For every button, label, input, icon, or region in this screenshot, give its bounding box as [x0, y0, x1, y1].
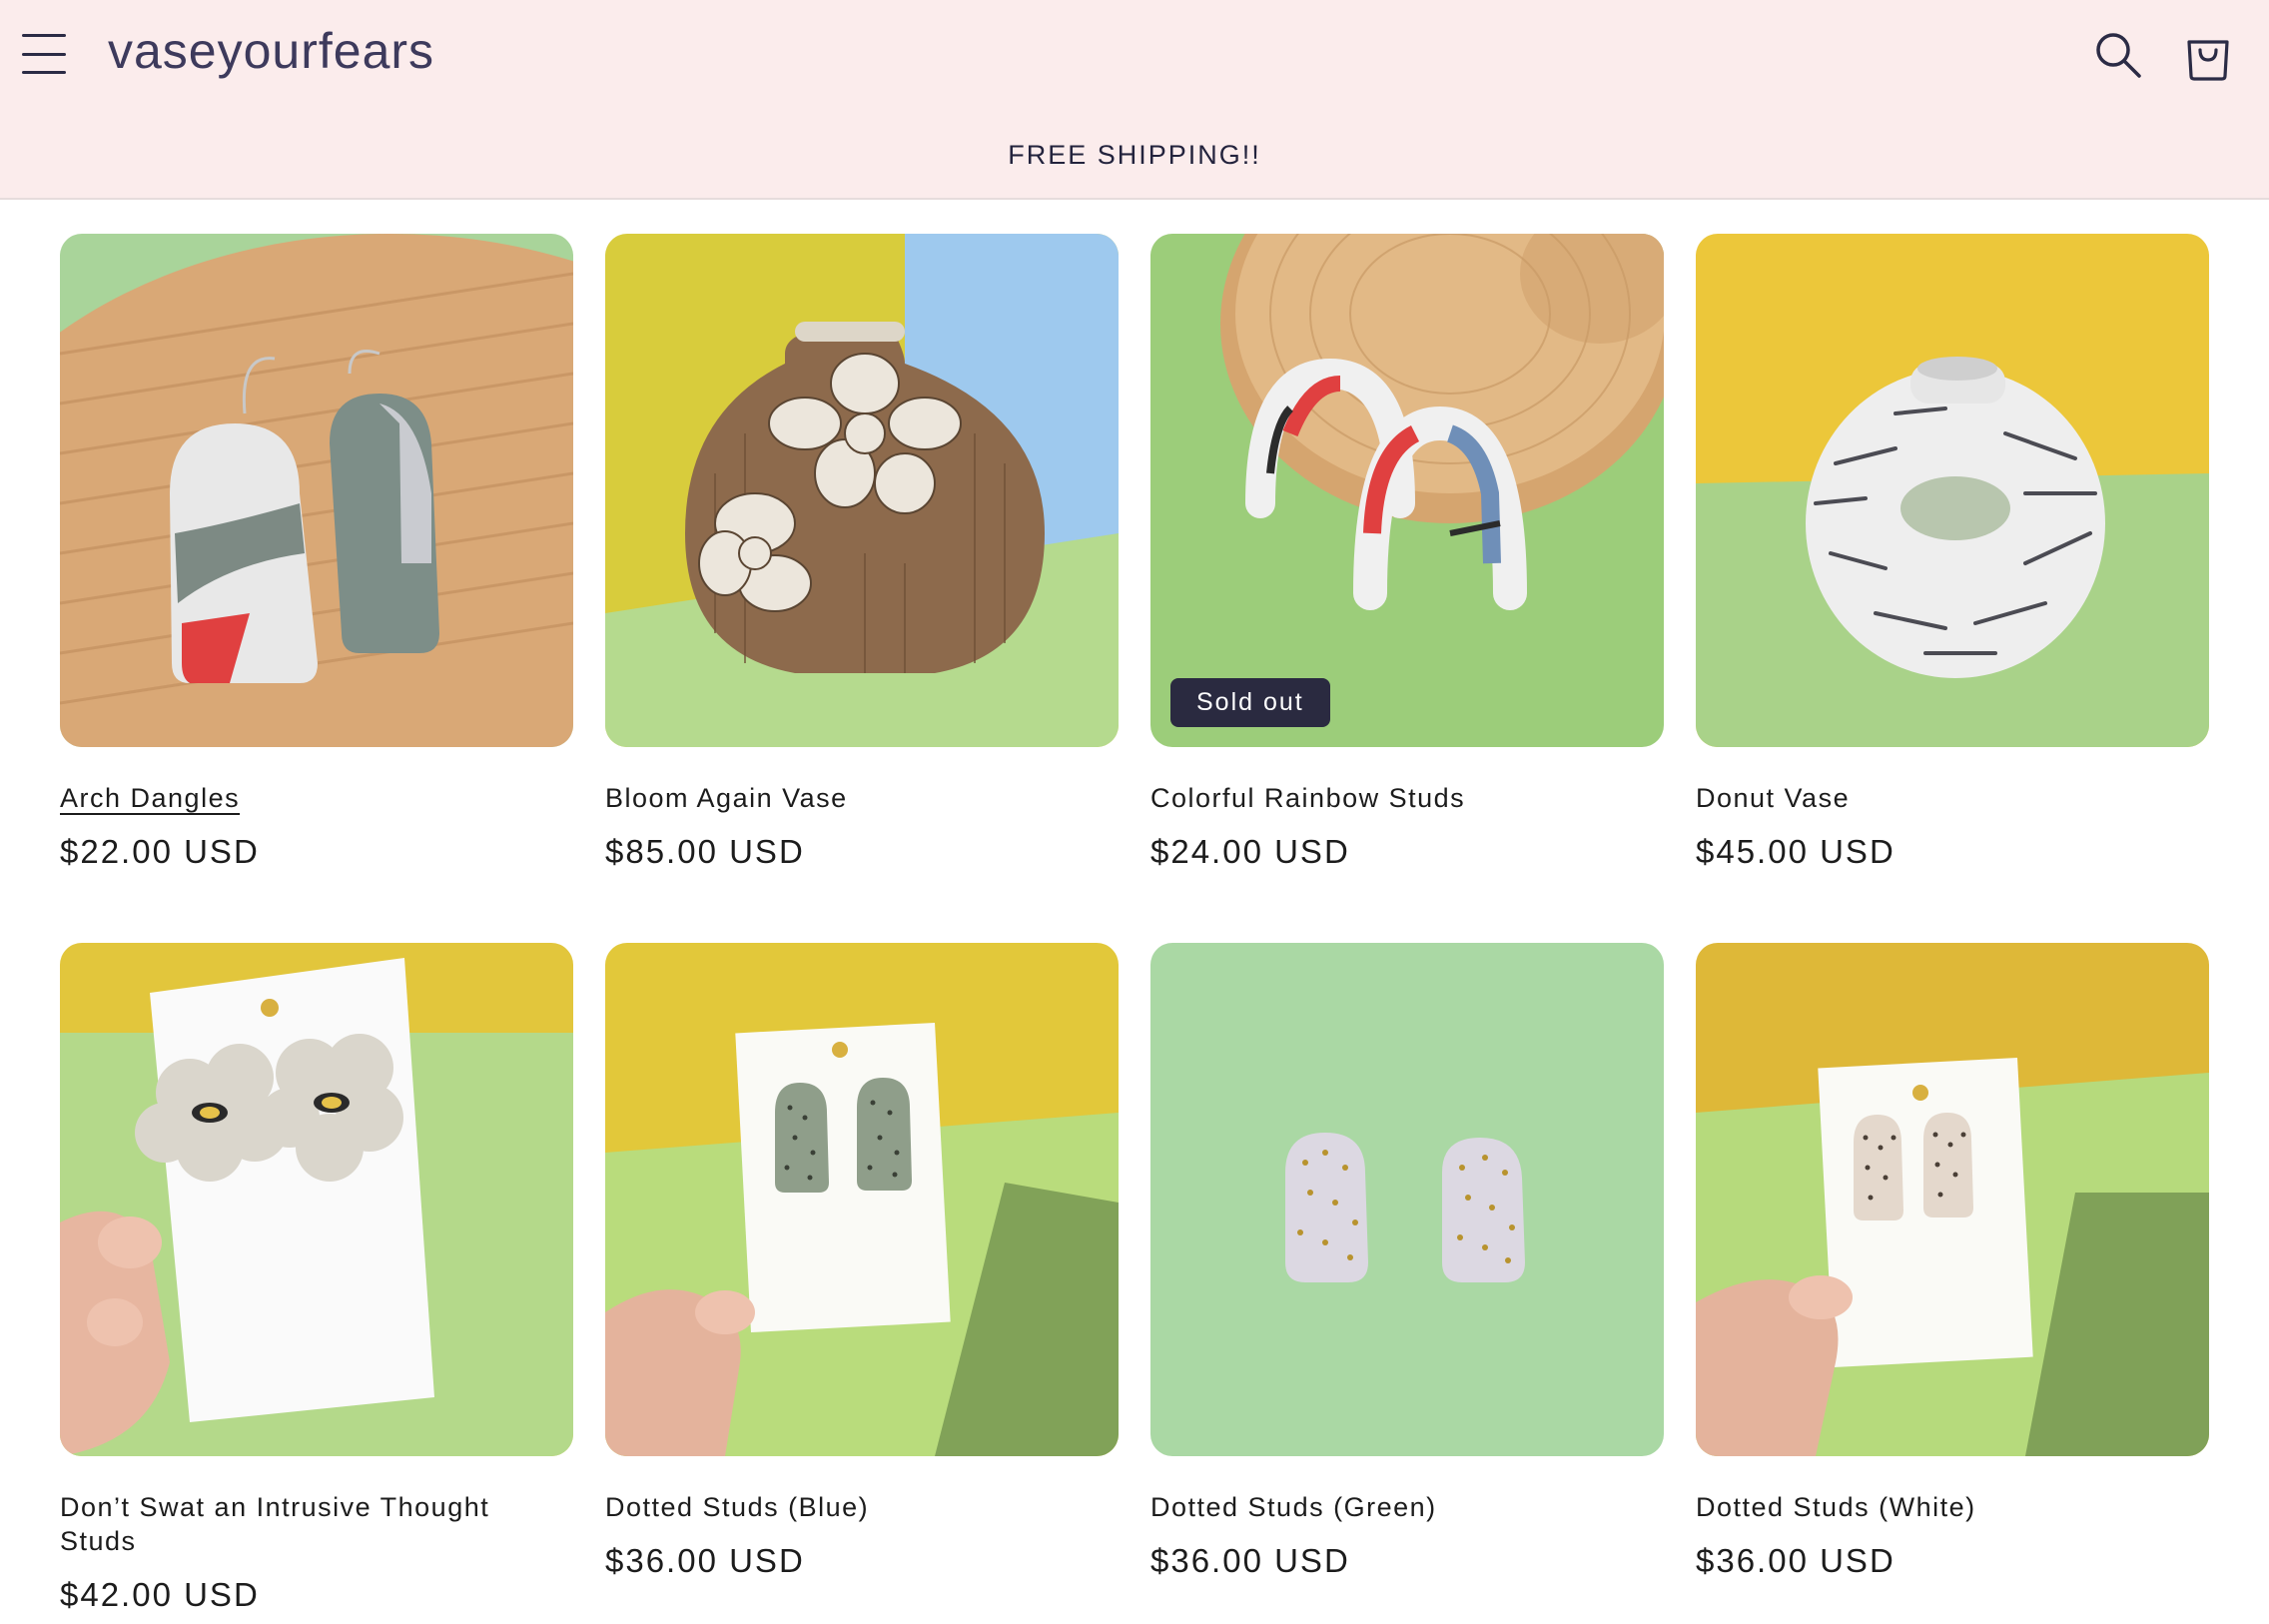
product-price: $85.00 USD	[605, 833, 805, 870]
product-title[interactable]: Arch Dangles	[60, 781, 539, 815]
product-title[interactable]: Colorful Rainbow Studs	[1150, 781, 1630, 815]
product-title[interactable]: Dotted Studs (Green)	[1150, 1490, 1630, 1524]
site-logo[interactable]: vaseyourfears	[108, 22, 434, 80]
product-card[interactable]: Dotted Studs (Green) $36.00 USD	[1150, 943, 1664, 1624]
product-card[interactable]: Donut Vase $45.00 USD	[1696, 234, 2209, 943]
product-grid: Arch Dangles $22.00 USD Bloom Again Vase…	[60, 234, 2209, 1624]
product-title[interactable]: Bloom Again Vase	[605, 781, 1085, 815]
product-card[interactable]: Bloom Again Vase $85.00 USD	[605, 234, 1119, 943]
product-image[interactable]	[1696, 234, 2209, 747]
product-title[interactable]: Donut Vase	[1696, 781, 2175, 815]
product-card[interactable]: Dotted Studs (Blue) $36.00 USD	[605, 943, 1119, 1624]
product-card[interactable]: Arch Dangles $22.00 USD	[60, 234, 573, 943]
product-price: $24.00 USD	[1150, 833, 1350, 870]
cart-icon[interactable]	[2179, 26, 2237, 84]
sold-out-badge: Sold out	[1170, 678, 1330, 727]
product-price: $36.00 USD	[1696, 1542, 1895, 1579]
product-image[interactable]	[605, 234, 1119, 747]
product-price: $36.00 USD	[605, 1542, 805, 1579]
product-title[interactable]: Don’t Swat an Intrusive Thought Studs	[60, 1490, 539, 1558]
product-card[interactable]: Dotted Studs (White) $36.00 USD	[1696, 943, 2209, 1624]
product-image[interactable]	[1150, 943, 1664, 1456]
product-price: $36.00 USD	[1150, 1542, 1350, 1579]
product-title[interactable]: Dotted Studs (White)	[1696, 1490, 2175, 1524]
product-image[interactable]	[1696, 943, 2209, 1456]
product-price: $22.00 USD	[60, 833, 260, 870]
search-icon[interactable]	[2091, 28, 2145, 82]
product-title[interactable]: Dotted Studs (Blue)	[605, 1490, 1085, 1524]
product-image[interactable]	[605, 943, 1119, 1456]
product-price: $45.00 USD	[1696, 833, 1895, 870]
site-header: vaseyourfears FREE SHIPPING!!	[0, 0, 2269, 200]
product-price: $42.00 USD	[60, 1576, 260, 1613]
product-image[interactable]	[60, 234, 573, 747]
product-card[interactable]: Don’t Swat an Intrusive Thought Studs $4…	[60, 943, 573, 1624]
product-image[interactable]: Sold out	[1150, 234, 1664, 747]
product-card[interactable]: Sold out Colorful Rainbow Studs $24.00 U…	[1150, 234, 1664, 943]
announcement-bar[interactable]: FREE SHIPPING!!	[0, 140, 2269, 171]
hamburger-menu-icon[interactable]	[22, 34, 66, 74]
product-image[interactable]	[60, 943, 573, 1456]
